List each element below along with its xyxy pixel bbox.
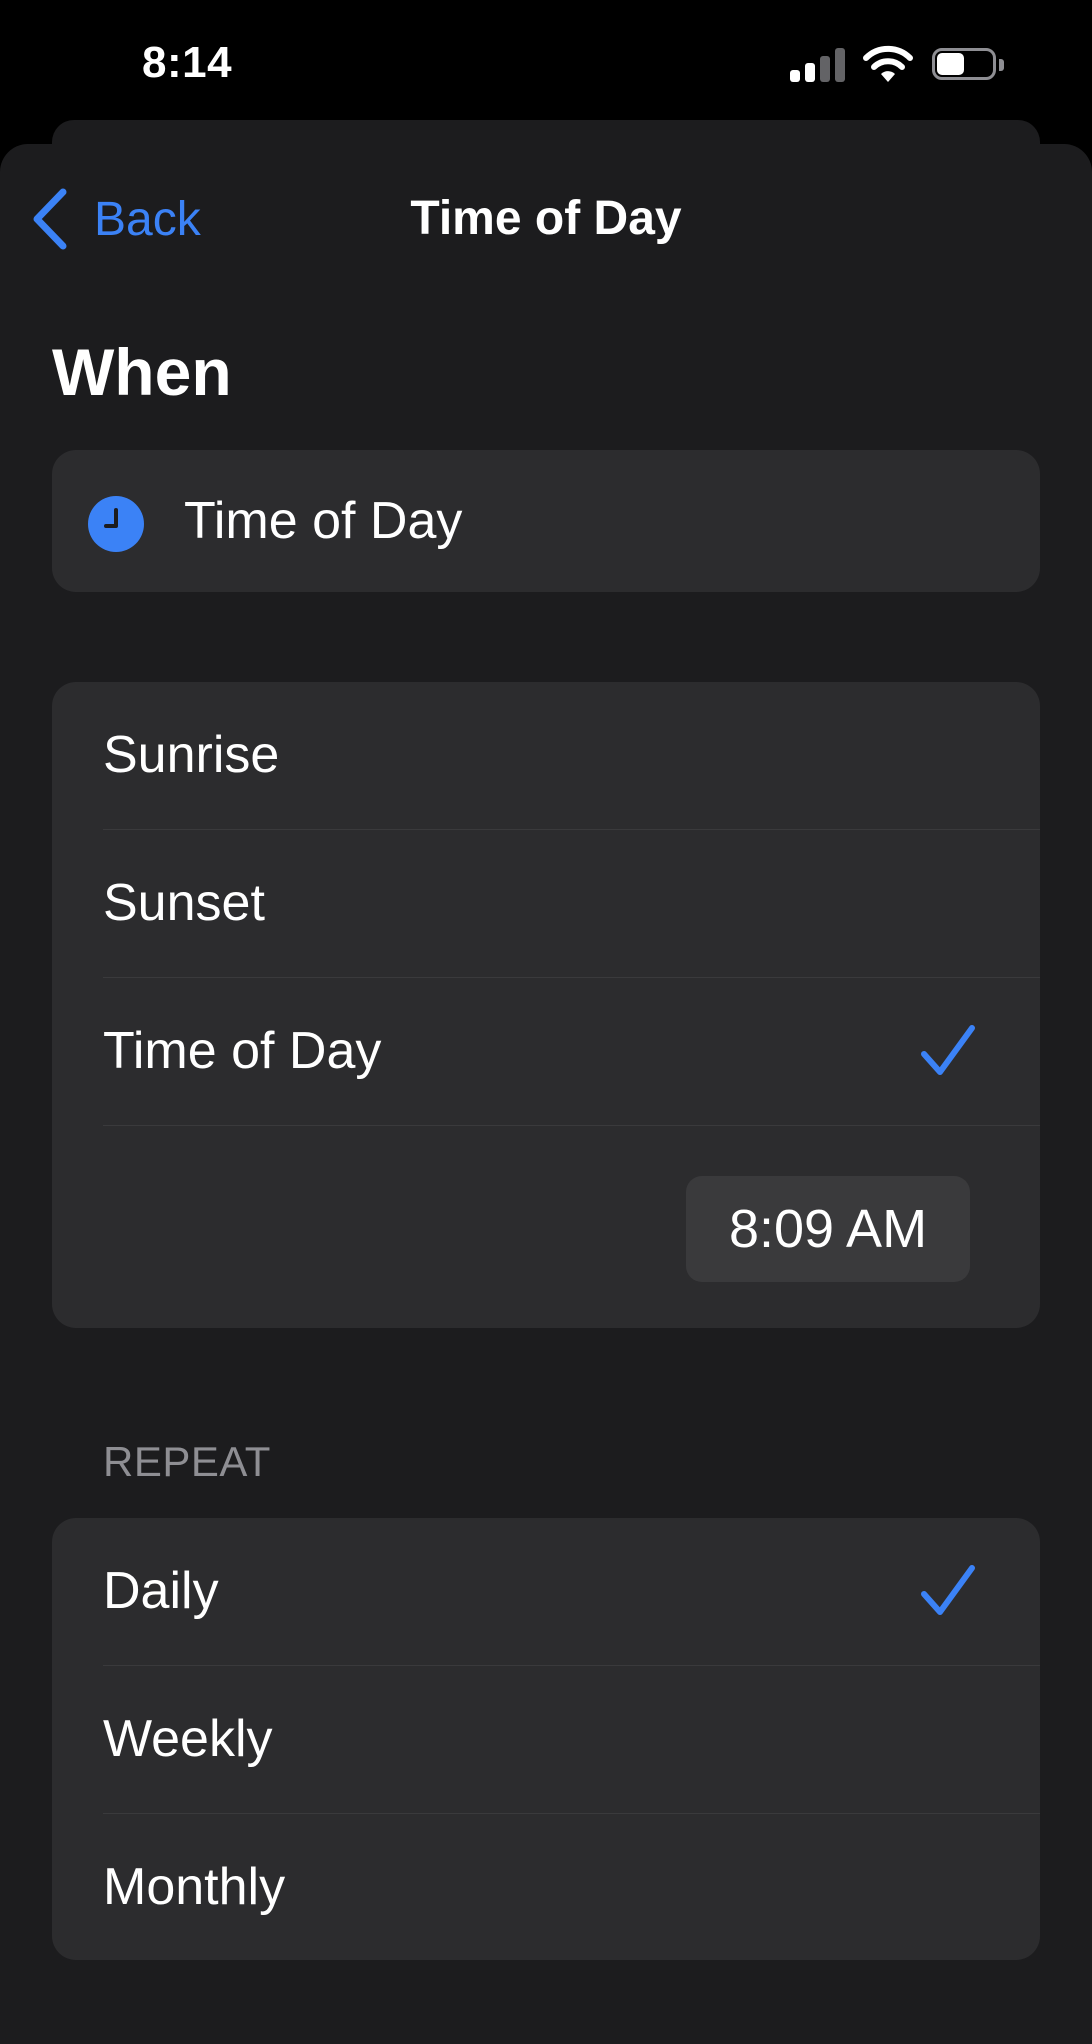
repeat-label: Weekly — [103, 1710, 273, 1768]
divider — [103, 1125, 1040, 1126]
repeat-daily[interactable]: Daily — [52, 1518, 1040, 1665]
checkmark-icon — [921, 1565, 975, 1615]
trigger-card[interactable]: Time of Day — [52, 450, 1040, 592]
repeat-weekly[interactable]: Weekly — [52, 1666, 1040, 1813]
option-label: Sunrise — [103, 726, 280, 784]
status-bar: 8:14 — [0, 0, 1092, 120]
option-sunrise[interactable]: Sunrise — [52, 682, 1040, 829]
option-label: Time of Day — [103, 1022, 382, 1080]
option-label: Sunset — [103, 874, 265, 932]
repeat-monthly[interactable]: Monthly — [52, 1814, 1040, 1960]
repeat-header: REPEAT — [103, 1438, 271, 1485]
wifi-icon — [863, 45, 913, 82]
page-title: Time of Day — [410, 192, 682, 245]
clock-icon — [88, 496, 144, 552]
signal-icon — [790, 48, 846, 82]
option-time-of-day[interactable]: Time of Day — [52, 978, 1040, 1125]
repeat-label: Monthly — [103, 1858, 286, 1916]
checkmark-icon — [921, 1025, 975, 1075]
repeat-options-list: Daily Weekly Monthly — [52, 1518, 1040, 1960]
trigger-label: Time of Day — [184, 492, 463, 550]
when-heading: When — [52, 335, 232, 409]
modal-sheet: Back Time of Day When Time of Day Sunris… — [0, 144, 1092, 2044]
time-picker-button[interactable]: 8:09 AM — [686, 1176, 970, 1282]
battery-icon — [932, 48, 1006, 82]
time-options-list: Sunrise Sunset Time of Day 8:09 AM — [52, 682, 1040, 1328]
repeat-label: Daily — [103, 1562, 219, 1620]
status-time: 8:14 — [142, 38, 233, 87]
option-sunset[interactable]: Sunset — [52, 830, 1040, 977]
